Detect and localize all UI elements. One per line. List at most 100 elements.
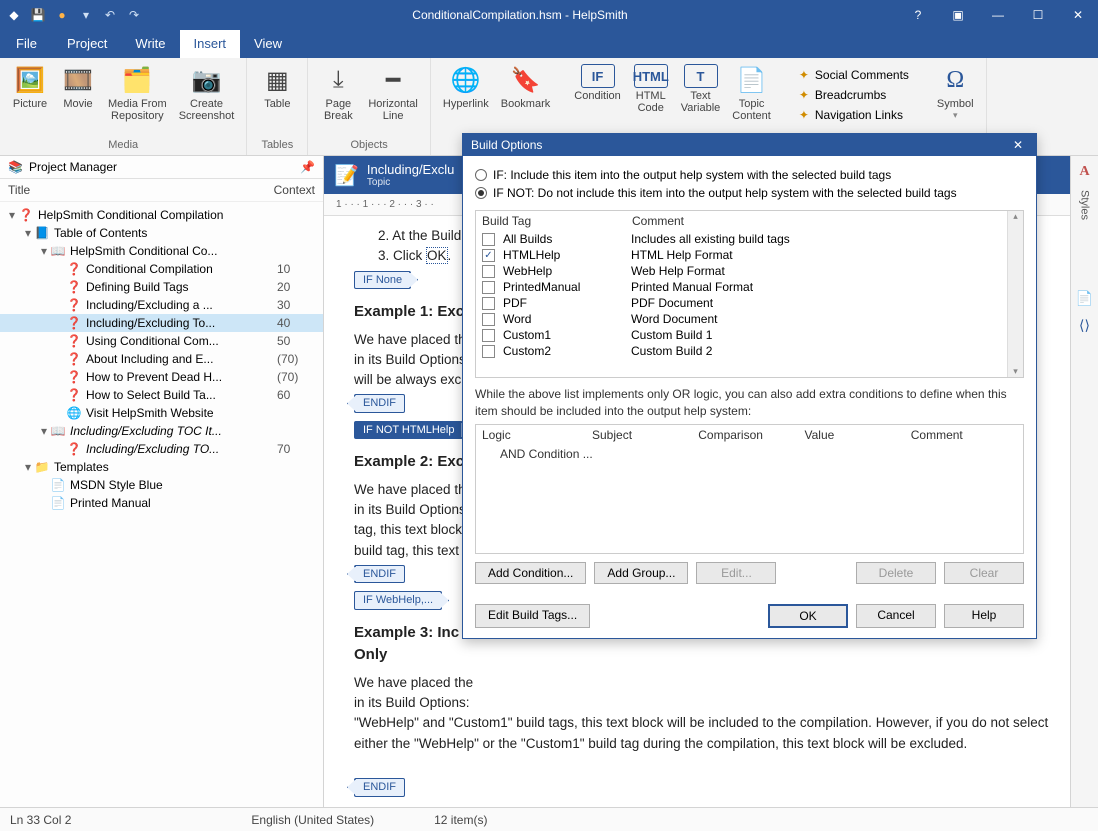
panel-icon-1[interactable]: 📄	[1076, 290, 1093, 307]
build-tag-row[interactable]: ✓HTMLHelpHTML Help Format	[476, 247, 1007, 263]
expand-icon[interactable]: ▾	[22, 460, 34, 474]
expand-icon[interactable]: ▾	[38, 424, 50, 438]
build-tag-row[interactable]: PDFPDF Document	[476, 295, 1007, 311]
build-tag-row[interactable]: Custom1Custom Build 1	[476, 327, 1007, 343]
tab-project[interactable]: Project	[53, 30, 121, 58]
project-tree[interactable]: ▾❓HelpSmith Conditional Compilation▾📘Tab…	[0, 202, 323, 807]
save-icon[interactable]: 💾	[30, 7, 46, 23]
ribbon-toggle-icon[interactable]: ▣	[938, 0, 978, 30]
ribbon-symbol[interactable]: Ω Symbol ▾	[931, 62, 980, 137]
conditions-grid[interactable]: Logic Subject Comparison Value Comment A…	[475, 424, 1024, 554]
ribbon-navigation-links[interactable]: ✦Navigation Links	[795, 106, 913, 124]
build-tag-row[interactable]: PrintedManualPrinted Manual Format	[476, 279, 1007, 295]
condition-tag-endif[interactable]: ENDIF	[354, 565, 405, 584]
ok-button[interactable]: OK	[768, 604, 848, 628]
tree-item[interactable]: ❓Defining Build Tags20	[0, 278, 323, 296]
tree-item[interactable]: ❓Using Conditional Com...50	[0, 332, 323, 350]
ribbon-movie[interactable]: 🎞️Movie	[54, 62, 102, 137]
edit-build-tags-button[interactable]: Edit Build Tags...	[475, 604, 590, 628]
tree-item[interactable]: ▾❓HelpSmith Conditional Compilation	[0, 206, 323, 224]
ribbon-social-comments[interactable]: ✦Social Comments	[795, 66, 913, 84]
ribbon-media-from-repository[interactable]: 🗂️Media From Repository	[102, 62, 173, 137]
ribbon-topic-content[interactable]: 📄Topic Content	[726, 62, 777, 137]
checkbox-icon[interactable]	[482, 313, 495, 326]
expand-icon[interactable]: ▾	[6, 208, 18, 222]
undo-icon[interactable]: ↶	[102, 7, 118, 23]
tree-item[interactable]: ❓Including/Excluding a ...30	[0, 296, 323, 314]
ribbon-text-variable[interactable]: TText Variable	[675, 62, 727, 137]
tree-item[interactable]: ▾📖HelpSmith Conditional Co...	[0, 242, 323, 260]
back-icon[interactable]: ●	[54, 7, 70, 23]
build-tags-grid[interactable]: Build Tag Comment All BuildsIncludes all…	[475, 210, 1024, 378]
tree-item[interactable]: ▾📘Table of Contents	[0, 224, 323, 242]
maximize-icon[interactable]: ☐	[1018, 0, 1058, 30]
expand-icon[interactable]: ▾	[38, 244, 50, 258]
ribbon-page-break[interactable]: ⤓Page Break	[314, 62, 362, 137]
styles-icon[interactable]: A	[1079, 164, 1089, 180]
checkbox-icon[interactable]: ✓	[482, 249, 495, 262]
edit-button[interactable]: Edit...	[696, 562, 776, 584]
tree-item[interactable]: ▾📁Templates	[0, 458, 323, 476]
tree-item[interactable]: ❓How to Prevent Dead H...(70)	[0, 368, 323, 386]
ribbon-hyperlink[interactable]: 🌐Hyperlink	[437, 62, 495, 137]
add-condition-button[interactable]: Add Condition...	[475, 562, 586, 584]
ribbon-create-screenshot[interactable]: 📷Create Screenshot	[173, 62, 241, 137]
tree-item[interactable]: ▾📖Including/Excluding TOC It...	[0, 422, 323, 440]
condition-row[interactable]: AND Condition ...	[476, 445, 1023, 463]
ribbon-condition[interactable]: IFCondition	[568, 62, 626, 137]
build-tag-row[interactable]: All BuildsIncludes all existing build ta…	[476, 231, 1007, 247]
tree-item[interactable]: ❓About Including and E...(70)	[0, 350, 323, 368]
checkbox-icon[interactable]	[482, 233, 495, 246]
ribbon-bookmark[interactable]: 🔖Bookmark	[495, 62, 557, 137]
checkbox-icon[interactable]	[482, 329, 495, 342]
radio-ifnot[interactable]: IF NOT: Do not include this item into th…	[475, 184, 1024, 202]
condition-tag-endif[interactable]: ENDIF	[354, 778, 405, 797]
checkbox-icon[interactable]	[482, 297, 495, 310]
help-button[interactable]: Help	[944, 604, 1024, 628]
pin-icon[interactable]: 📌	[300, 160, 315, 174]
build-tag-row[interactable]: Custom2Custom Build 2	[476, 343, 1007, 359]
tab-file[interactable]: File	[0, 30, 53, 58]
tab-view[interactable]: View	[240, 30, 296, 58]
redo-icon[interactable]: ↷	[126, 7, 142, 23]
dialog-close-icon[interactable]: ✕	[1008, 138, 1028, 152]
tree-item[interactable]: 📄MSDN Style Blue	[0, 476, 323, 494]
panel-icon-2[interactable]: ⟨⟩	[1079, 317, 1090, 334]
ribbon-picture[interactable]: 🖼️Picture	[6, 62, 54, 137]
minimize-icon[interactable]: —	[978, 0, 1018, 30]
condition-tag-endif[interactable]: ENDIF	[354, 394, 405, 413]
ribbon-horizontal-line[interactable]: ━Horizontal Line	[362, 62, 424, 137]
tree-item[interactable]: ❓How to Select Build Ta...60	[0, 386, 323, 404]
checkbox-icon[interactable]	[482, 345, 495, 358]
help-icon[interactable]: ?	[898, 0, 938, 30]
delete-button[interactable]: Delete	[856, 562, 936, 584]
build-tag-row[interactable]: WebHelpWeb Help Format	[476, 263, 1007, 279]
scrollbar[interactable]	[1007, 211, 1023, 377]
condition-tag-if-none[interactable]: IF None	[354, 271, 411, 290]
checkbox-icon[interactable]	[482, 281, 495, 294]
clear-button[interactable]: Clear	[944, 562, 1024, 584]
condition-tag-ifnot-htmlhelp[interactable]: IF NOT HTMLHelp	[354, 421, 463, 440]
tree-item[interactable]: 📄Printed Manual	[0, 494, 323, 512]
tree-item[interactable]: ❓Including/Excluding TO...70	[0, 440, 323, 458]
add-group-button[interactable]: Add Group...	[594, 562, 688, 584]
qat-dropdown-icon[interactable]: ▾	[78, 7, 94, 23]
radio-if[interactable]: IF: Include this item into the output he…	[475, 166, 1024, 184]
tab-insert[interactable]: Insert	[180, 30, 241, 58]
tree-item[interactable]: 🌐Visit HelpSmith Website	[0, 404, 323, 422]
tab-write[interactable]: Write	[121, 30, 179, 58]
expand-icon[interactable]: ▾	[22, 226, 34, 240]
ribbon-html-code[interactable]: HTMLHTML Code	[627, 62, 675, 137]
ribbon-breadcrumbs[interactable]: ✦Breadcrumbs	[795, 86, 913, 104]
tree-item[interactable]: ❓Conditional Compilation10	[0, 260, 323, 278]
tree-item[interactable]: ❓Including/Excluding To...40	[0, 314, 323, 332]
styles-label[interactable]: Styles	[1079, 190, 1091, 220]
build-tag-row[interactable]: WordWord Document	[476, 311, 1007, 327]
dialog-titlebar[interactable]: Build Options ✕	[463, 134, 1036, 156]
cancel-button[interactable]: Cancel	[856, 604, 936, 628]
checkbox-icon[interactable]	[482, 265, 495, 278]
close-icon[interactable]: ✕	[1058, 0, 1098, 30]
status-language[interactable]: English (United States)	[251, 813, 374, 827]
ribbon-table[interactable]: ▦Table	[253, 62, 301, 137]
condition-tag-if-webhelp[interactable]: IF WebHelp,...	[354, 591, 442, 610]
